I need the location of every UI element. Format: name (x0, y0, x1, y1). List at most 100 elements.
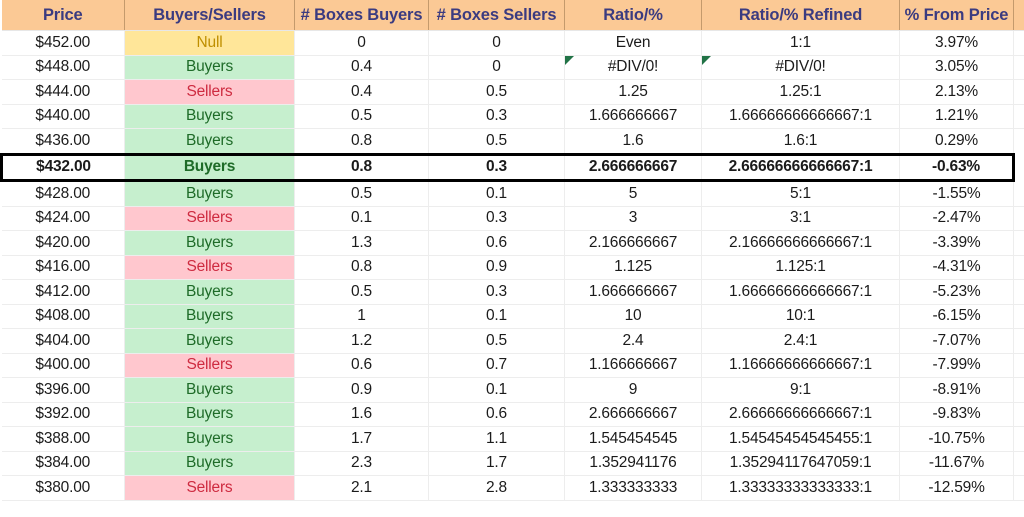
cell-ratio-refined[interactable]: 2.66666666666667:1 (701, 402, 900, 427)
cell-boxes-sellers[interactable]: 0.5 (428, 79, 565, 105)
cell-boxes-sellers[interactable]: 0.5 (428, 128, 565, 154)
cell-ratio-refined[interactable]: 3:1 (701, 206, 900, 231)
cell-ratio[interactable]: 1.333333333 (564, 475, 702, 501)
cell-buyers-sellers[interactable]: Sellers (124, 79, 295, 105)
cell-ratio[interactable]: Even (564, 30, 702, 56)
cell-price[interactable]: $424.00 (1, 206, 125, 231)
cell-ratio[interactable]: 5 (564, 180, 702, 207)
cell-ratio-refined[interactable]: 1:1 (701, 30, 900, 56)
cell-boxes-buyers[interactable]: 1 (294, 304, 429, 329)
cell-percent-from-price[interactable]: 3.05% (899, 55, 1014, 80)
cell-boxes-buyers[interactable]: 0.4 (294, 55, 429, 80)
cell-price[interactable]: $416.00 (1, 255, 125, 280)
cell-buyers-sellers[interactable]: Buyers (124, 230, 295, 256)
cell-percent-from-price[interactable]: -7.07% (899, 328, 1014, 354)
column-header-ratio[interactable]: Ratio/% (564, 0, 702, 31)
cell-boxes-buyers[interactable]: 0.8 (294, 255, 429, 280)
cell-boxes-buyers[interactable]: 1.2 (294, 328, 429, 354)
cell-boxes-sellers[interactable]: 0 (428, 30, 565, 56)
cell-boxes-buyers[interactable]: 0 (294, 30, 429, 56)
cell-percent-from-price[interactable]: -4.31% (899, 255, 1014, 280)
cell-boxes-buyers[interactable]: 0.1 (294, 206, 429, 231)
cell-percent-from-price[interactable]: -12.59% (899, 475, 1014, 501)
cell-percent-from-price[interactable]: -9.83% (899, 402, 1014, 427)
cell-boxes-buyers[interactable]: 1.3 (294, 230, 429, 256)
cell-price[interactable]: $420.00 (1, 230, 125, 256)
cell-price[interactable]: $392.00 (1, 402, 125, 427)
cell-buyers-sellers[interactable]: Buyers (124, 377, 295, 403)
cell-buyers-sellers[interactable]: Buyers (124, 402, 295, 427)
cell-percent-from-price[interactable]: 3.97% (899, 30, 1014, 56)
cell-ratio-refined[interactable]: 2.16666666666667:1 (701, 230, 900, 256)
cell-boxes-sellers[interactable]: 0.3 (428, 104, 565, 129)
cell-percent-from-price[interactable]: -8.91% (899, 377, 1014, 403)
cell-price[interactable]: $440.00 (1, 104, 125, 129)
cell-boxes-buyers[interactable]: 0.9 (294, 377, 429, 403)
cell-percent-from-price[interactable]: -7.99% (899, 353, 1014, 378)
cell-percent-from-price[interactable]: -1.55% (899, 180, 1014, 207)
column-header-percent-from-price[interactable]: % From Price (899, 0, 1014, 31)
cell-ratio[interactable]: 1.666666667 (564, 104, 702, 129)
cell-buyers-sellers[interactable]: Buyers (124, 304, 295, 329)
cell-price[interactable]: $444.00 (1, 79, 125, 105)
cell-boxes-buyers[interactable]: 0.5 (294, 104, 429, 129)
cell-boxes-sellers[interactable]: 0.6 (428, 230, 565, 256)
cell-boxes-sellers[interactable]: 0.6 (428, 402, 565, 427)
cell-price[interactable]: $396.00 (1, 377, 125, 403)
cell-ratio[interactable]: 1.166666667 (564, 353, 702, 378)
cell-buyers-sellers[interactable]: Buyers (124, 104, 295, 129)
cell-boxes-sellers[interactable]: 0.3 (428, 152, 565, 182)
cell-price[interactable]: $436.00 (1, 128, 125, 154)
cell-percent-from-price[interactable]: -0.63% (899, 152, 1015, 182)
cell-price[interactable]: $388.00 (1, 426, 125, 452)
cell-ratio-refined[interactable]: 2.66666666666667:1 (701, 152, 900, 182)
cell-price[interactable]: $404.00 (1, 328, 125, 354)
cell-buyers-sellers[interactable]: Sellers (124, 353, 295, 378)
cell-ratio[interactable]: 3 (564, 206, 702, 231)
cell-ratio-refined[interactable]: 9:1 (701, 377, 900, 403)
cell-ratio[interactable]: 1.352941176 (564, 451, 702, 476)
cell-buyers-sellers[interactable]: Buyers (124, 152, 295, 182)
cell-price[interactable]: $408.00 (1, 304, 125, 329)
cell-buyers-sellers[interactable]: Buyers (124, 451, 295, 476)
cell-percent-from-price[interactable]: -3.39% (899, 230, 1014, 256)
cell-ratio-refined[interactable]: 2.4:1 (701, 328, 900, 354)
column-header-boxes-sellers[interactable]: # Boxes Sellers (428, 0, 565, 31)
cell-ratio-refined[interactable]: #DIV/0! (701, 55, 900, 80)
cell-boxes-buyers[interactable]: 0.5 (294, 279, 429, 305)
cell-boxes-sellers[interactable]: 0.7 (428, 353, 565, 378)
cell-percent-from-price[interactable]: 1.21% (899, 104, 1014, 129)
cell-price[interactable]: $412.00 (1, 279, 125, 305)
cell-ratio[interactable]: 9 (564, 377, 702, 403)
cell-boxes-buyers[interactable]: 0.5 (294, 180, 429, 207)
cell-ratio-refined[interactable]: 1.35294117647059:1 (701, 451, 900, 476)
column-header-ratio-refined[interactable]: Ratio/% Refined (701, 0, 900, 31)
cell-boxes-sellers[interactable]: 0.9 (428, 255, 565, 280)
cell-boxes-sellers[interactable]: 0 (428, 55, 565, 80)
cell-buyers-sellers[interactable]: Buyers (124, 328, 295, 354)
cell-boxes-sellers[interactable]: 0.1 (428, 377, 565, 403)
cell-ratio-refined[interactable]: 1.125:1 (701, 255, 900, 280)
cell-price[interactable]: $384.00 (1, 451, 125, 476)
cell-boxes-buyers[interactable]: 1.7 (294, 426, 429, 452)
cell-percent-from-price[interactable]: -2.47% (899, 206, 1014, 231)
cell-ratio-refined[interactable]: 1.66666666666667:1 (701, 104, 900, 129)
cell-boxes-buyers[interactable]: 0.8 (294, 152, 429, 182)
cell-ratio[interactable]: 10 (564, 304, 702, 329)
cell-buyers-sellers[interactable]: Sellers (124, 475, 295, 501)
cell-ratio[interactable]: 1.545454545 (564, 426, 702, 452)
cell-buyers-sellers[interactable]: Buyers (124, 180, 295, 207)
cell-buyers-sellers[interactable]: Buyers (124, 128, 295, 154)
cell-ratio-refined[interactable]: 1.25:1 (701, 79, 900, 105)
cell-price[interactable]: $452.00 (1, 30, 125, 56)
cell-ratio[interactable]: 2.166666667 (564, 230, 702, 256)
cell-buyers-sellers[interactable]: Buyers (124, 55, 295, 80)
cell-price[interactable]: $380.00 (1, 475, 125, 501)
cell-ratio-refined[interactable]: 1.33333333333333:1 (701, 475, 900, 501)
cell-buyers-sellers[interactable]: Buyers (124, 426, 295, 452)
column-header-price[interactable]: Price (1, 0, 125, 31)
cell-ratio[interactable]: 2.666666667 (564, 152, 702, 182)
cell-price[interactable]: $448.00 (1, 55, 125, 80)
cell-price[interactable]: $432.00 (0, 152, 125, 182)
cell-ratio-refined[interactable]: 10:1 (701, 304, 900, 329)
